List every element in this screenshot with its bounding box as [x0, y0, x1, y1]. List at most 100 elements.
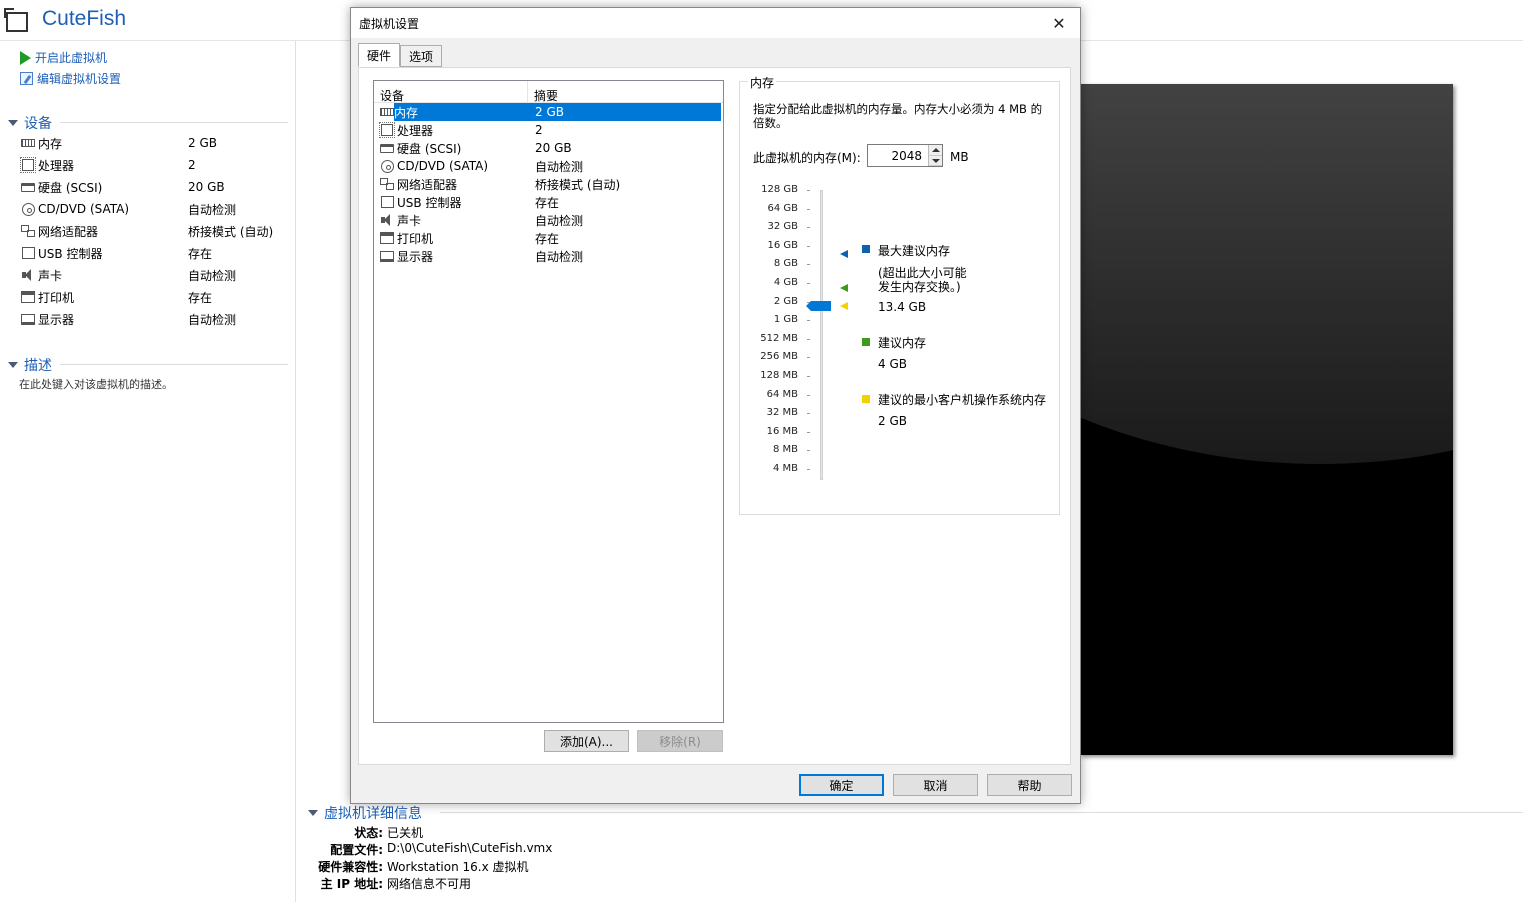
memory-scale-label: 64 GB — [767, 202, 798, 214]
memory-spinner[interactable] — [928, 145, 942, 166]
memory-scale-label: 8 GB — [773, 258, 798, 270]
usb-controller-icon — [379, 195, 395, 209]
edit-settings-link[interactable]: 编辑虚拟机设置 — [20, 70, 121, 87]
network-adapter-icon — [20, 224, 36, 238]
hardware-list-item[interactable]: 显示器 自动检测 — [374, 247, 723, 265]
memory-scale-label: 64 MB — [766, 388, 798, 400]
section-divider — [440, 812, 1523, 813]
memory-slider-track[interactable] — [820, 190, 823, 480]
device-row[interactable]: USB 控制器 存在 — [20, 242, 290, 264]
device-row[interactable]: 处理器 2 — [20, 154, 290, 176]
max-recommended-note-1: (超出此大小可能 — [878, 266, 967, 280]
device-name: USB 控制器 — [38, 246, 103, 261]
device-row[interactable]: 声卡 自动检测 — [20, 264, 290, 286]
details-section-header[interactable]: 虚拟机详细信息 — [308, 803, 422, 823]
memory-scale-tick — [807, 320, 810, 322]
hardware-item-name: 内存 — [394, 105, 419, 120]
hardware-list-item[interactable]: CD/DVD (SATA) 自动检测 — [374, 157, 723, 175]
memory-scale-label: 1 GB — [773, 314, 798, 326]
memory-scale-label: 256 MB — [760, 351, 798, 363]
hardware-list-item[interactable]: 内存 2 GB — [380, 103, 721, 121]
device-name: 处理器 — [38, 158, 75, 173]
vm-summary-panel: 开启此虚拟机 编辑虚拟机设置 设备 内存 2 GB 处理器 2 硬盘 (SCSI) 20 … — [0, 41, 296, 902]
device-name: 显示器 — [38, 312, 75, 327]
device-row[interactable]: 内存 2 GB — [20, 132, 290, 154]
devices-section-header[interactable]: 设备 — [8, 113, 52, 133]
min-guest-swatch — [862, 395, 870, 403]
hardware-list-item[interactable]: 声卡 自动检测 — [374, 211, 723, 229]
hardware-list-item[interactable]: 打印机 存在 — [374, 229, 723, 247]
device-value: 20 GB — [188, 180, 225, 194]
hardware-list[interactable]: 设备 摘要 内存 2 GB 处理器 2 硬盘 (SCSI) 20 GB CD/DVD (SA… — [373, 80, 724, 723]
spin-down-icon[interactable] — [929, 155, 942, 166]
help-button[interactable]: 帮助 — [987, 774, 1072, 796]
vm-screen-thumbnail[interactable] — [1080, 84, 1453, 755]
tab-hardware[interactable]: 硬件 — [358, 43, 401, 67]
sound-card-icon — [20, 268, 36, 282]
device-row[interactable]: 打印机 存在 — [20, 286, 290, 308]
max-recommended-note-2: 发生内存交换。) — [878, 280, 961, 294]
dialog-tabs: 硬件 选项 — [358, 43, 443, 67]
device-row[interactable]: 网络适配器 桥接模式 (自动) — [20, 220, 290, 242]
hardware-list-item[interactable]: 硬盘 (SCSI) 20 GB — [374, 139, 723, 157]
printer-icon — [20, 290, 36, 304]
power-on-link[interactable]: 开启此虚拟机 — [20, 49, 107, 66]
description-field[interactable]: 在此处键入对该虚拟机的描述。 — [19, 376, 173, 392]
column-device[interactable]: 设备 — [374, 81, 528, 103]
device-name: 内存 — [38, 136, 63, 151]
memory-scale-tick — [807, 376, 810, 377]
processor-icon — [379, 122, 395, 138]
dialog-title: 虚拟机设置 — [359, 16, 420, 31]
edit-icon — [20, 72, 33, 85]
device-row[interactable]: 显示器 自动检测 — [20, 308, 290, 330]
hardware-item-summary: 自动检测 — [535, 213, 584, 228]
hardware-item-name: USB 控制器 — [397, 195, 462, 210]
memory-stepper[interactable]: 2048 — [867, 144, 943, 167]
hardware-item-summary: 存在 — [535, 195, 560, 210]
hardware-list-header: 设备 摘要 — [374, 81, 723, 103]
device-value: 自动检测 — [188, 312, 237, 327]
tab-options[interactable]: 选项 — [400, 45, 443, 67]
spin-up-icon[interactable] — [929, 145, 942, 156]
device-row[interactable]: 硬盘 (SCSI) 20 GB — [20, 176, 290, 198]
memory-scale-label: 8 MB — [772, 444, 798, 456]
close-icon[interactable]: ✕ — [1046, 11, 1072, 35]
memory-scale-label: 32 GB — [767, 221, 798, 233]
memory-scale-label: 16 MB — [766, 425, 798, 437]
memory-value-input[interactable]: 2048 — [868, 145, 928, 166]
display-icon — [20, 312, 36, 326]
device-name: CD/DVD (SATA) — [38, 202, 130, 216]
processor-icon — [20, 157, 36, 173]
hardware-item-name: CD/DVD (SATA) — [397, 159, 489, 173]
memory-scale-tick — [807, 190, 810, 191]
hardware-list-item[interactable]: 处理器 2 — [374, 121, 723, 139]
hardware-item-summary: 20 GB — [535, 141, 572, 155]
memory-icon — [20, 136, 36, 150]
max-recommended-marker-icon — [840, 250, 848, 258]
device-row[interactable]: CD/DVD (SATA) 自动检测 — [20, 198, 290, 220]
column-summary[interactable]: 摘要 — [528, 81, 558, 103]
hardware-item-name: 硬盘 (SCSI) — [397, 141, 462, 156]
add-button[interactable]: 添加(A)... — [544, 730, 629, 752]
device-name: 打印机 — [38, 290, 75, 305]
memory-scale-label: 128 GB — [761, 184, 798, 195]
hardware-list-item[interactable]: USB 控制器 存在 — [374, 193, 723, 211]
remove-button[interactable]: 移除(R) — [637, 730, 723, 752]
detail-row-ip: 主 IP 地址: 网络信息不可用 — [320, 877, 472, 891]
devices-section-title: 设备 — [24, 116, 52, 132]
memory-slider-thumb[interactable] — [806, 301, 831, 311]
cancel-button[interactable]: 取消 — [893, 774, 978, 796]
memory-scale-label: 128 MB — [760, 370, 798, 381]
hardware-item-name: 显示器 — [397, 249, 434, 264]
cd-dvd-icon — [20, 202, 36, 216]
recommended-marker-icon — [840, 284, 848, 292]
description-section-header[interactable]: 描述 — [8, 355, 52, 375]
hardware-list-item[interactable]: 网络适配器 桥接模式 (自动) — [374, 175, 723, 193]
ok-button[interactable]: 确定 — [799, 774, 884, 796]
section-divider — [60, 364, 288, 365]
device-name: 硬盘 (SCSI) — [38, 180, 103, 195]
device-value: 2 — [188, 158, 196, 172]
memory-scale-tick — [807, 394, 810, 396]
hardware-item-summary: 桥接模式 (自动) — [535, 177, 621, 192]
memory-scale-tick — [807, 264, 810, 266]
